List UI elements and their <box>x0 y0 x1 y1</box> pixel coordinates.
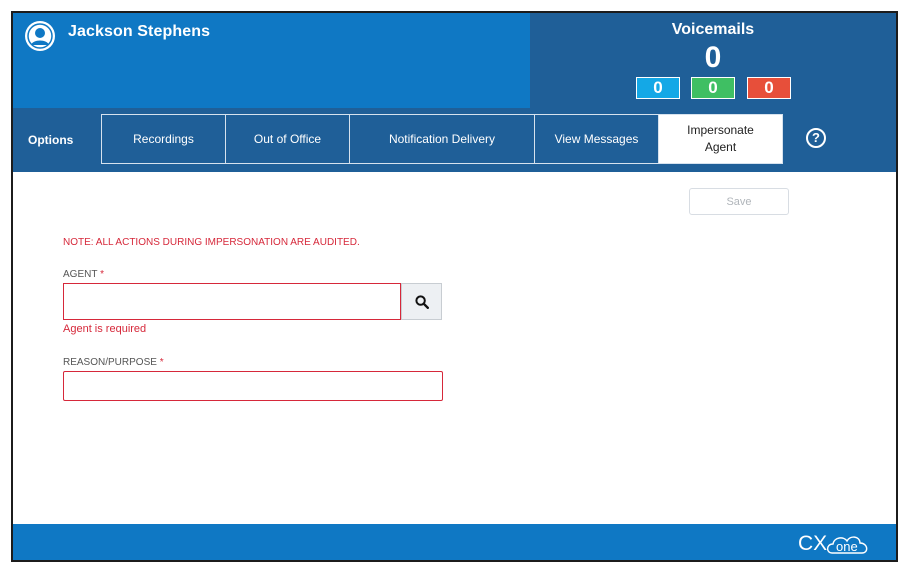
tab-view-messages[interactable]: View Messages <box>534 114 659 164</box>
reason-input[interactable] <box>63 371 443 401</box>
tab-impersonate-agent[interactable]: Impersonate Agent <box>658 114 783 164</box>
reason-label-text: REASON/PURPOSE <box>63 357 157 368</box>
required-marker: * <box>159 357 164 368</box>
voicemails-total: 0 <box>704 41 722 74</box>
help-icon[interactable]: ? <box>806 128 826 148</box>
footer: CX one <box>13 524 896 560</box>
agent-input[interactable] <box>63 283 401 320</box>
app-window: Jackson Stephens Voicemails 0 0 0 0 Opti… <box>11 11 898 562</box>
reason-label: REASON/PURPOSE * <box>63 357 164 368</box>
save-button[interactable]: Save <box>689 188 789 215</box>
user-name: Jackson Stephens <box>68 23 211 40</box>
tab-out-of-office[interactable]: Out of Office <box>225 114 350 164</box>
agent-error-message: Agent is required <box>63 323 147 335</box>
voicemail-count-new[interactable]: 0 <box>636 77 680 99</box>
required-marker: * <box>100 269 104 280</box>
voicemails-title: Voicemails <box>671 21 755 38</box>
agent-label-text: AGENT <box>63 269 98 280</box>
user-panel: Jackson Stephens <box>13 13 530 108</box>
tab-notification-delivery[interactable]: Notification Delivery <box>349 114 535 164</box>
agent-search-button[interactable] <box>401 283 442 320</box>
options-nav: Options Recordings Out of Office Notific… <box>13 108 896 172</box>
options-label: Options <box>28 133 74 147</box>
search-icon <box>414 294 429 309</box>
tab-recordings[interactable]: Recordings <box>101 114 226 164</box>
svg-text:CX: CX <box>798 532 827 555</box>
voicemail-count-read[interactable]: 0 <box>691 77 735 99</box>
svg-text:one: one <box>836 539 858 554</box>
voicemail-count-urgent[interactable]: 0 <box>747 77 791 99</box>
cxone-logo: CX one <box>796 527 880 560</box>
user-avatar-icon[interactable] <box>25 21 55 51</box>
voicemails-panel: Voicemails 0 0 0 0 <box>530 13 896 108</box>
audit-note: NOTE: ALL ACTIONS DURING IMPERSONATION A… <box>63 237 360 248</box>
agent-label: AGENT * <box>63 269 104 280</box>
header: Jackson Stephens Voicemails 0 0 0 0 <box>13 13 896 108</box>
